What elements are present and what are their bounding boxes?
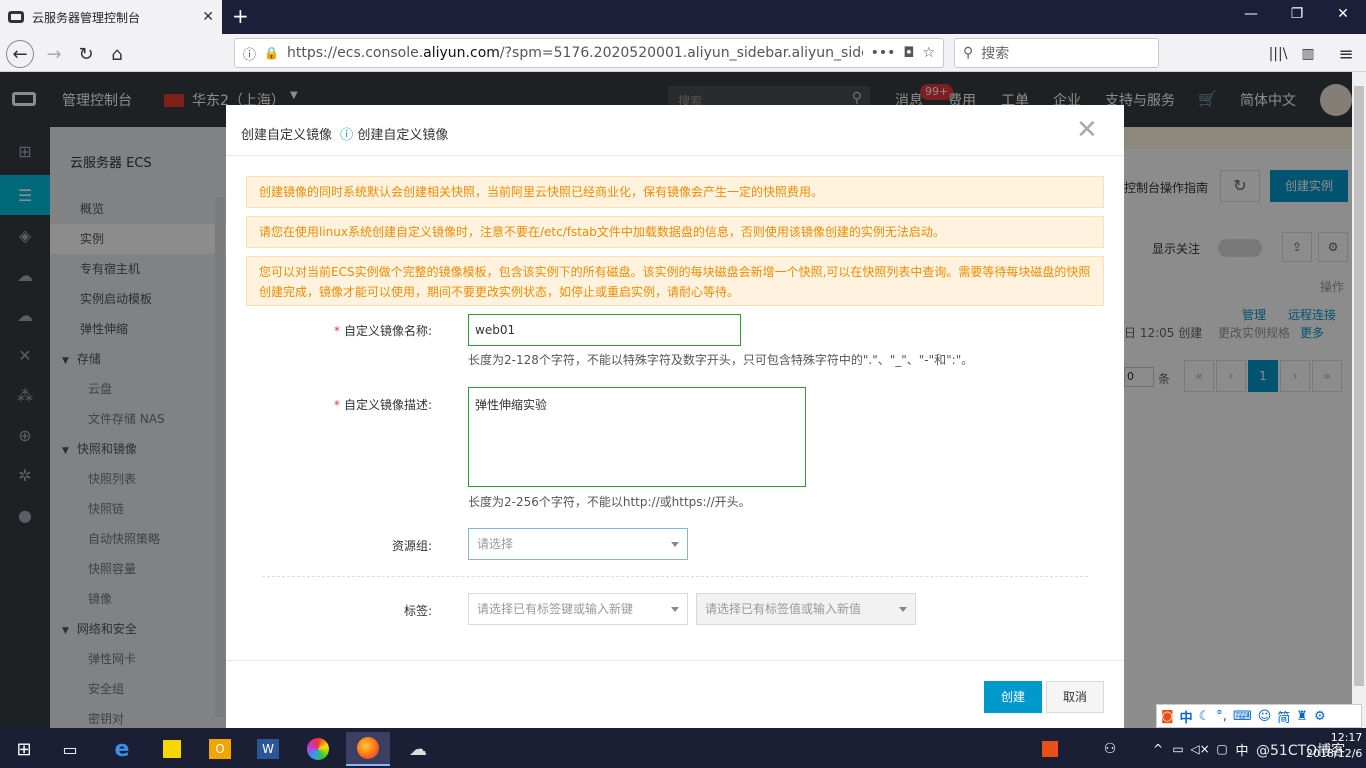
forward-icon[interactable]: →	[40, 40, 68, 68]
outlook-icon[interactable]: O	[198, 732, 242, 766]
notice-snapshot-fee: 创建镜像的同时系统默认会创建相关快照，当前阿里云快照已经商业化，保有镜像会产生一…	[246, 176, 1104, 208]
required-mark: *	[333, 398, 340, 412]
window-close-icon[interactable]: ✕	[1328, 6, 1358, 22]
browser-search-box[interactable]: ⚲ 搜索	[954, 38, 1159, 68]
create-image-dialog: 创建自定义镜像 ⓘ 创建自定义镜像 ✕ 创建镜像的同时系统默认会创建相关快照，当…	[226, 105, 1124, 728]
minimize-icon[interactable]: —	[1236, 6, 1266, 22]
dialog-title: 创建自定义镜像	[241, 128, 333, 143]
browser-nav-bar: ← → ↻ ⌂ ⓘ 🔒 https://ecs.console.aliyun.c…	[0, 34, 1366, 72]
resource-group-select[interactable]: 请选择	[468, 528, 688, 560]
moon-icon[interactable]: ☾	[1199, 709, 1211, 724]
image-name-help: 长度为2-128个字符，不能以特殊字符及数字开头，只可包含特殊字符中的"."、"…	[468, 353, 974, 367]
form-divider	[262, 576, 1088, 577]
dialog-header-divider	[226, 155, 1124, 156]
create-button[interactable]: 创建	[984, 681, 1042, 713]
url-text: https://ecs.console.aliyun.com/?spm=5176…	[286, 45, 863, 61]
ime-toolbar: ◙ 中 ☾ °, ⌨ ☺ 简 ♜ ⚙	[1156, 704, 1362, 728]
simplified-toggle[interactable]: 简	[1277, 707, 1290, 726]
image-desc-label: * 自定义镜像描述:	[326, 396, 432, 413]
browser-search-placeholder: 搜索	[981, 46, 1010, 62]
tag-key-select[interactable]: 请选择已有标签键或输入新键	[468, 593, 688, 625]
pocket-icon[interactable]: ◘	[903, 45, 914, 61]
page-scrollbar[interactable]	[1352, 72, 1366, 728]
image-name-label: * 自定义镜像名称:	[326, 322, 432, 339]
internet-explorer-icon[interactable]: e	[100, 732, 144, 766]
help-question-icon[interactable]: ⓘ	[340, 128, 353, 143]
chevron-down-icon	[671, 607, 679, 612]
close-tab-icon[interactable]: ✕	[202, 9, 214, 25]
resource-group-label: 资源组:	[391, 539, 432, 553]
browser-tab-title: 云服务器管理控制台	[32, 10, 141, 25]
keyboard-icon[interactable]: ⌨	[1233, 709, 1252, 724]
word-icon[interactable]: W	[246, 732, 290, 766]
notice-fstab: 请您在使用linux系统创建自定义镜像时，注意不要在/etc/fstab文件中加…	[246, 216, 1104, 248]
image-desc-label-text: 自定义镜像描述:	[343, 398, 432, 412]
bookmark-star-icon[interactable]: ☆	[922, 45, 935, 61]
lock-icon: 🔒	[264, 46, 279, 60]
library-icon[interactable]: |||\	[1264, 40, 1292, 68]
resource-group-placeholder: 请选择	[477, 537, 514, 551]
sticky-notes-icon[interactable]	[150, 732, 194, 766]
ime-language-toggle[interactable]: 中	[1180, 707, 1193, 726]
skin-icon[interactable]: ♜	[1296, 709, 1308, 724]
home-icon[interactable]: ⌂	[103, 40, 131, 68]
tag-key-placeholder: 请选择已有标签键或输入新键	[477, 602, 634, 616]
notice-full-image: 您可以对当前ECS实例做个完整的镜像模板，包含该实例下的所有磁盘。该实例的每块磁…	[246, 256, 1104, 306]
dialog-footer-divider	[226, 660, 1124, 661]
image-desc-help: 长度为2-256个字符，不能以http://或https://开头。	[468, 495, 751, 509]
tag-label: 标签:	[403, 604, 432, 618]
search-icon: ⚲	[963, 45, 974, 61]
tag-value-placeholder: 请选择已有标签值或输入新值	[705, 602, 862, 616]
ime-settings-icon[interactable]: ⚙	[1314, 709, 1326, 724]
tag-value-select[interactable]: 请选择已有标签值或输入新值	[696, 593, 916, 625]
new-tab-icon[interactable]: +	[232, 4, 249, 28]
page-actions-icon[interactable]: •••	[871, 45, 896, 61]
chevron-down-icon	[671, 542, 679, 547]
firefox-icon[interactable]	[346, 732, 390, 766]
dialog-close-icon[interactable]: ✕	[1076, 115, 1098, 145]
watermark: @51CTO博客	[1256, 743, 1346, 759]
reload-icon[interactable]: ↻	[72, 40, 100, 68]
page-scrollbar-thumb[interactable]	[1354, 86, 1364, 686]
task-view-icon[interactable]: ▭	[48, 732, 92, 766]
chevron-down-icon	[899, 607, 907, 612]
aliyun-favicon-icon	[8, 11, 24, 23]
cancel-button[interactable]: 取消	[1046, 681, 1104, 713]
people-icon[interactable]: ⚇	[1088, 732, 1132, 766]
remote-desktop-icon[interactable]: ☁	[396, 732, 440, 766]
browser-tab[interactable]: 云服务器管理控制台 ✕	[0, 0, 222, 34]
color-app-icon[interactable]	[296, 732, 340, 766]
image-desc-textarea[interactable]: 弹性伸缩实验	[468, 387, 806, 487]
required-mark: *	[333, 324, 340, 338]
dialog-help-link[interactable]: 创建自定义镜像	[357, 128, 448, 143]
windows-taskbar: ⊞ ▭ e O W ☁ ⚇ ^ ▭ ◁× ▢ 中 12:17 2018/12/6…	[0, 728, 1366, 768]
image-name-input[interactable]: web01	[468, 314, 741, 346]
punctuation-icon[interactable]: °,	[1216, 709, 1227, 724]
browser-tab-strip: 云服务器管理控制台 ✕ + — ❐ ✕	[0, 0, 1366, 34]
windows-start-icon[interactable]: ⊞	[2, 732, 46, 766]
image-name-label-text: 自定义镜像名称:	[343, 324, 432, 338]
tray-app-icon[interactable]	[1028, 732, 1072, 766]
address-bar[interactable]: ⓘ 🔒 https://ecs.console.aliyun.com/?spm=…	[234, 38, 944, 68]
info-icon[interactable]: ⓘ	[243, 44, 256, 63]
sidebar-toggle-icon[interactable]: ▥	[1294, 40, 1322, 68]
back-icon[interactable]: ←	[6, 40, 34, 68]
hamburger-menu-icon[interactable]: ≡	[1332, 40, 1360, 68]
restore-icon[interactable]: ❐	[1282, 6, 1312, 22]
dialog-title-row: 创建自定义镜像 ⓘ 创建自定义镜像	[241, 124, 448, 143]
ime-logo-icon[interactable]: ◙	[1161, 709, 1174, 724]
user-icon[interactable]: ☺	[1258, 709, 1272, 724]
